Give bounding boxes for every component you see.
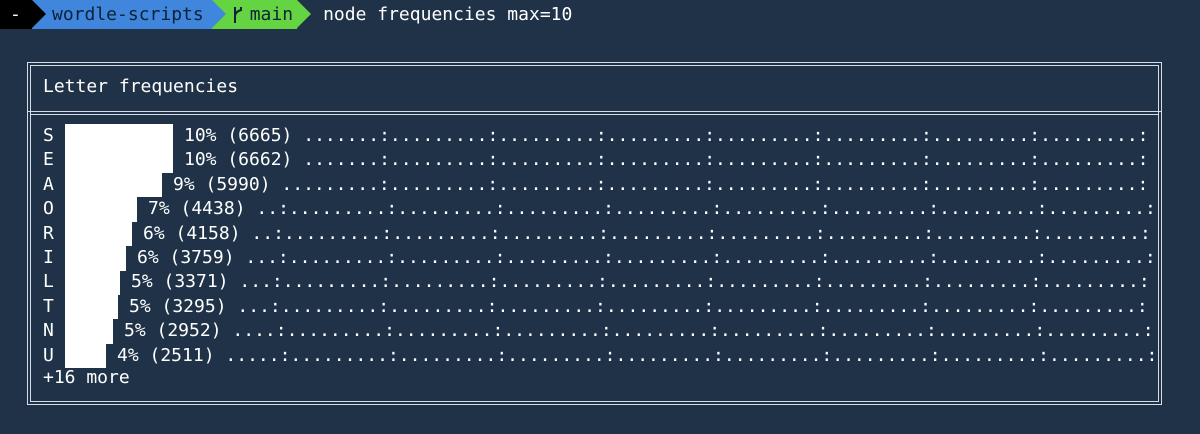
frequency-label: 7% (4438)	[148, 198, 246, 220]
shell-prompt: - wordle-scripts main node frequencies m…	[0, 0, 572, 29]
frequency-row: E 10% (6662).......:.........:.........:.…	[43, 148, 1151, 173]
frequency-label: 5% (3295)	[129, 295, 227, 317]
frequency-bar	[65, 270, 120, 295]
scale-guide: ..:.........:.........:.........:.......…	[251, 222, 1151, 244]
prompt-repo-segment: wordle-scripts	[32, 0, 226, 29]
frequency-row: T 5% (3295)...:.........:.........:......…	[43, 294, 1151, 320]
frequency-row: U 4% (2511).....:.........:.........:....…	[43, 343, 1157, 369]
row-letter: O	[43, 198, 54, 220]
frequency-bar	[65, 148, 173, 173]
frequency-panel: Letter frequencies S 10% (6665).......:..…	[27, 62, 1162, 405]
frequency-chart: S 10% (6665).......:.........:.........:.…	[43, 124, 1157, 369]
frequency-bar	[65, 294, 118, 320]
frequency-bar	[65, 343, 106, 369]
frequency-bar	[65, 172, 162, 198]
frequency-row: A 9% (5990).........:.........:.........:…	[43, 172, 1151, 198]
scale-guide: .........:.........:.........:.........:…	[281, 173, 1149, 195]
row-letter: R	[43, 222, 54, 244]
frequency-bar	[65, 124, 173, 149]
frequency-label: 5% (3371)	[131, 271, 229, 293]
frequency-bar	[65, 221, 132, 247]
frequency-bar	[65, 245, 126, 271]
frequency-row: R 6% (4158)..:.........:.........:.......…	[43, 221, 1151, 247]
frequency-row: N 5% (2952)....:.........:.........:.....…	[43, 319, 1154, 344]
row-letter: I	[43, 246, 54, 268]
frequency-bar	[65, 319, 113, 344]
frequency-label: 6% (3759)	[137, 246, 235, 268]
frequency-label: 10% (6662)	[184, 149, 293, 171]
frequency-label: 10% (6665)	[184, 125, 293, 146]
scale-guide: ....:.........:.........:.........:.....…	[232, 320, 1154, 342]
row-letter: L	[43, 271, 54, 293]
powerline-arrow	[297, 0, 312, 28]
git-branch-icon	[233, 6, 242, 23]
frequency-label: 6% (4158)	[143, 222, 241, 244]
scale-guide: .......:.........:.........:.........:..…	[303, 149, 1149, 171]
scale-guide: ..:.........:.........:.........:.......…	[256, 198, 1156, 220]
prompt-status-segment: -	[0, 0, 46, 29]
frequency-row: O 7% (4438)..:.........:.........:.......…	[43, 197, 1156, 222]
prompt-repo-name: wordle-scripts	[52, 4, 204, 25]
frequency-label: 5% (2952)	[124, 320, 222, 342]
scale-guide: ...:.........:.........:.........:......…	[237, 295, 1148, 317]
frequency-bar	[65, 197, 137, 222]
row-letter: A	[43, 173, 54, 195]
frequency-row: L 5% (3371)...:.........:.........:......…	[43, 270, 1151, 295]
powerline-arrow	[211, 0, 226, 28]
row-letter: T	[43, 295, 54, 317]
frequency-row: I 6% (3759)...:.........:.........:......…	[43, 245, 1156, 271]
scale-guide: .....:.........:.........:.........:....…	[225, 344, 1158, 366]
scale-guide: ...:.........:.........:.........:......…	[239, 271, 1150, 293]
prompt-command[interactable]: node frequencies max=10	[297, 0, 572, 29]
row-letter: S	[43, 125, 54, 146]
more-indicator: +16 more	[43, 367, 130, 388]
prompt-branch-name: main	[249, 4, 294, 25]
frequency-label: 4% (2511)	[117, 344, 215, 366]
prompt-status-symbol: -	[10, 4, 21, 25]
scale-guide: ...:.........:.........:.........:......…	[245, 246, 1156, 268]
frequency-label: 9% (5990)	[173, 173, 271, 195]
row-letter: N	[43, 320, 54, 342]
panel-title: Letter frequencies	[43, 76, 239, 97]
row-letter: U	[43, 344, 54, 366]
scale-guide: .......:.........:.........:.........:..…	[303, 125, 1149, 146]
panel-header: Letter frequencies	[28, 63, 1161, 115]
frequency-row: S 10% (6665).......:.........:.........:.…	[43, 124, 1151, 149]
row-letter: E	[43, 149, 54, 171]
powerline-arrow	[32, 0, 46, 28]
